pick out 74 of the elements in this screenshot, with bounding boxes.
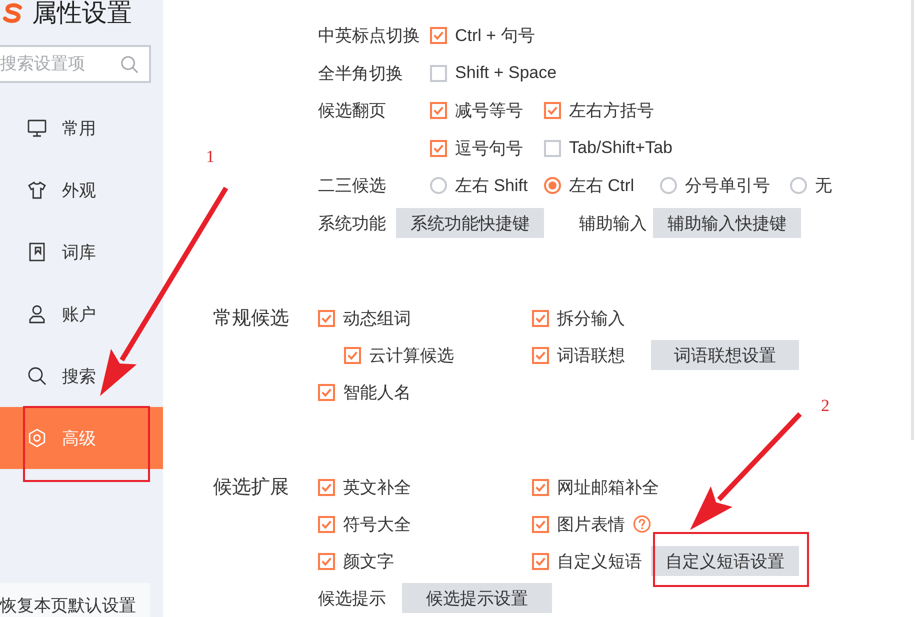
checkbox[interactable] <box>318 478 335 496</box>
checkbox-label[interactable]: Shift + Space <box>455 63 557 84</box>
radio-button[interactable] <box>544 177 561 194</box>
search-field[interactable]: 搜索设置项 <box>0 45 151 83</box>
sidebar-item[interactable]: 外观 <box>0 159 163 221</box>
checkbox[interactable] <box>430 64 447 82</box>
checkbox[interactable] <box>544 140 561 157</box>
checkbox-label[interactable]: Tab/Shift+Tab <box>569 138 672 158</box>
checkbox-label[interactable]: 智能人名 <box>343 380 411 404</box>
checkbox-label[interactable]: 词语联想 <box>557 344 643 366</box>
checkbox[interactable] <box>344 346 361 364</box>
help-icon[interactable] <box>633 515 651 533</box>
checkbox[interactable] <box>318 310 335 326</box>
setting-label: 系统功能 <box>318 212 386 235</box>
checkbox-label[interactable]: 网址邮箱补全 <box>557 476 659 498</box>
checkbox-label[interactable]: 云计算候选 <box>369 344 454 366</box>
checkbox[interactable] <box>532 310 549 326</box>
setting-label: 全半角切换 <box>318 62 403 85</box>
radio-label[interactable]: 左右 Shift <box>455 174 528 198</box>
sidebar-item[interactable]: 常用 <box>0 97 163 159</box>
section-title: 候选扩展 <box>213 476 289 498</box>
radio-label[interactable]: 左右 Ctrl <box>569 174 634 198</box>
radio-button[interactable] <box>430 177 447 194</box>
book-icon <box>27 242 47 262</box>
user-icon <box>27 304 47 324</box>
checkbox[interactable] <box>532 516 549 532</box>
checkbox-label[interactable]: 逗号句号 <box>455 136 523 160</box>
checkbox-label[interactable]: 动态组词 <box>343 306 411 330</box>
checkbox-label[interactable]: 左右方括号 <box>569 99 654 122</box>
radio-button[interactable] <box>660 177 677 194</box>
gear-icon <box>27 428 47 448</box>
setting-label: 中英标点切换 <box>318 25 420 48</box>
annotation-number: 1 <box>206 147 214 166</box>
checkbox-label[interactable]: 符号大全 <box>343 512 411 536</box>
checkbox[interactable] <box>544 102 561 120</box>
annotation-number: 2 <box>821 396 830 415</box>
setting-label: 辅助输入 <box>579 212 647 235</box>
search-icon <box>120 54 139 74</box>
settings-button[interactable]: 自定义短语设置 <box>651 546 799 576</box>
checkbox-label[interactable]: Ctrl + 句号 <box>455 24 535 48</box>
sidebar-item[interactable]: 账户 <box>0 283 163 345</box>
t-shirt-icon <box>27 180 47 200</box>
checkbox[interactable] <box>532 552 549 570</box>
checkbox-label[interactable]: 图片表情 <box>557 512 625 536</box>
checkbox[interactable] <box>532 346 549 364</box>
settings-button[interactable]: 词语联想设置 <box>651 340 799 370</box>
checkbox[interactable] <box>430 102 447 120</box>
sidebar-item[interactable]: 词库 <box>0 221 163 283</box>
checkbox-label[interactable]: 拆分输入 <box>557 306 625 330</box>
shortcut-settings-button[interactable]: 辅助输入快捷键 <box>653 208 801 238</box>
sidebar-item[interactable]: 搜索 <box>0 345 163 407</box>
search-icon <box>27 366 47 386</box>
logo-icon <box>2 3 24 23</box>
section-title: 常规候选 <box>213 308 289 328</box>
checkbox-label[interactable]: 减号等号 <box>455 99 523 122</box>
window-title: 属性设置 <box>32 0 132 26</box>
radio-button[interactable] <box>790 177 807 194</box>
checkbox-label[interactable]: 自定义短语 <box>557 550 643 572</box>
shortcut-settings-button[interactable]: 系统功能快捷键 <box>396 208 544 238</box>
checkbox[interactable] <box>318 384 335 400</box>
checkbox[interactable] <box>318 552 335 570</box>
settings-button[interactable]: 候选提示设置 <box>402 583 552 613</box>
checkbox-label[interactable]: 英文补全 <box>343 476 411 498</box>
checkbox-label[interactable]: 颜文字 <box>343 550 394 572</box>
checkbox[interactable] <box>318 516 335 532</box>
radio-label[interactable]: 无 <box>815 174 832 198</box>
checkbox[interactable] <box>532 478 549 496</box>
setting-label: 候选提示 <box>318 588 386 610</box>
checkbox[interactable] <box>430 27 447 44</box>
checkbox[interactable] <box>430 140 447 157</box>
radio-label[interactable]: 分号单引号 <box>685 174 770 198</box>
setting-label: 二三候选 <box>318 175 386 198</box>
monitor-icon <box>27 118 47 138</box>
setting-label: 候选翻页 <box>318 100 386 122</box>
